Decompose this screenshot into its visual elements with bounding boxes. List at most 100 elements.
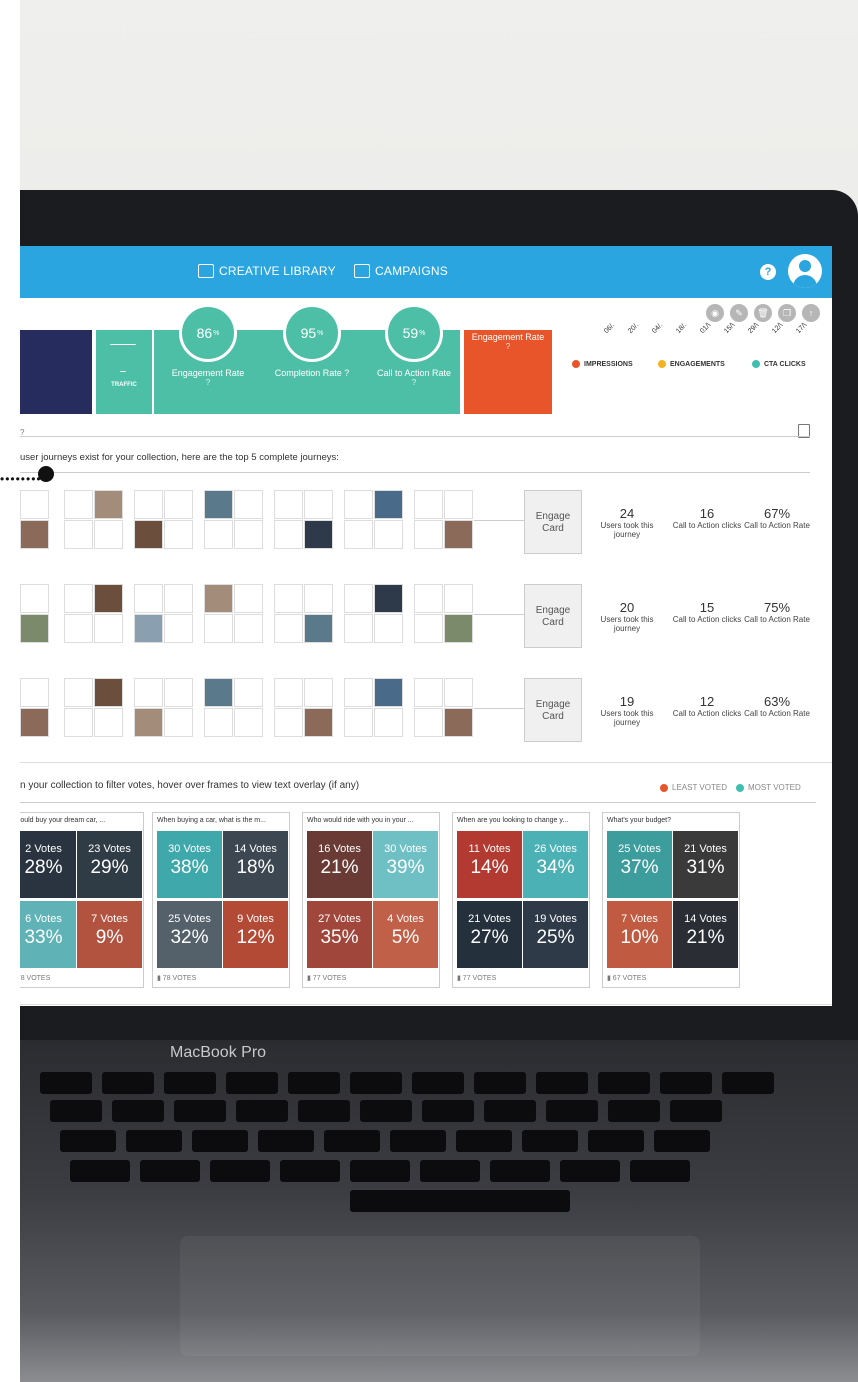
journey-frame[interactable] [414,490,443,519]
poll-option-tile[interactable]: 27 Votes 35% [307,901,372,968]
journey-frame[interactable] [374,614,403,643]
poll-option-tile[interactable]: 25 Votes 37% [607,831,672,898]
journey-frame[interactable] [204,708,233,737]
journey-frame[interactable] [234,490,263,519]
journey-thumbnail[interactable] [304,614,333,643]
poll-card[interactable]: u could buy your dream car, ... 2 Votes 28… [20,812,144,988]
journey-thumbnail[interactable] [304,708,333,737]
poll-card[interactable]: When are you looking to change y... 11 Vo… [452,812,590,988]
journey-frame[interactable] [134,678,163,707]
engage-card-button[interactable]: Engage Card [524,678,582,742]
journey-frame[interactable] [414,614,443,643]
journey-frame[interactable] [444,490,473,519]
engage-card-button[interactable]: Engage Card [524,490,582,554]
journey-frame[interactable] [164,678,193,707]
journey-frame[interactable] [234,614,263,643]
poll-option-tile[interactable]: 4 Votes 5% [373,901,438,968]
journey-frame[interactable] [344,678,373,707]
poll-card[interactable]: Who would ride with you in your ... 16 Vo… [302,812,440,988]
journey-frame[interactable] [444,584,473,613]
journey-frame[interactable] [234,678,263,707]
help-icon[interactable]: ? [344,368,349,378]
journey-frame[interactable] [64,490,93,519]
traffic-filter[interactable]: TRAFFIC [96,330,152,414]
journey-frame[interactable] [164,584,193,613]
journey-frame[interactable] [64,708,93,737]
poll-option-tile[interactable]: 25 Votes 32% [157,901,222,968]
poll-card[interactable]: What's your budget? 25 Votes 37% 21 Votes 31… [602,812,740,988]
copy-icon[interactable]: ❐ [778,304,796,322]
journey-frame[interactable] [344,614,373,643]
journey-frame[interactable] [164,490,193,519]
journey-frame[interactable] [134,584,163,613]
poll-option-tile[interactable]: 21 Votes 31% [673,831,738,898]
journey-frame[interactable] [204,520,233,549]
journey-thumbnail[interactable] [204,678,233,707]
journey-frame[interactable] [274,708,303,737]
journey-frame[interactable] [20,584,49,613]
journey-thumbnail[interactable] [304,520,333,549]
poll-option-tile[interactable]: 16 Votes 21% [307,831,372,898]
poll-option-tile[interactable]: 30 Votes 39% [373,831,438,898]
upload-icon[interactable]: ↑ [802,304,820,322]
journey-frame[interactable] [64,678,93,707]
engage-card-button[interactable]: Engage Card [524,584,582,648]
journey-frame[interactable] [274,490,303,519]
view-icon[interactable]: ◉ [706,304,724,322]
poll-option-tile[interactable]: 6 Votes 33% [20,901,76,968]
journey-frame[interactable] [304,678,333,707]
journey-thumbnail[interactable] [20,520,49,549]
journey-thumbnail[interactable] [204,490,233,519]
journey-frame[interactable] [414,520,443,549]
nav-creative-library[interactable]: CREATIVE LIBRARY [198,264,336,278]
journey-thumbnail[interactable] [94,678,123,707]
journey-frame[interactable] [344,520,373,549]
journey-frame[interactable] [204,614,233,643]
user-avatar-icon[interactable] [788,254,822,288]
journey-thumbnail[interactable] [134,614,163,643]
journey-thumbnail[interactable] [374,678,403,707]
poll-option-tile[interactable]: 14 Votes 21% [673,901,738,968]
poll-card[interactable]: When buying a car, what is the m... 30 Vo… [152,812,290,988]
poll-option-tile[interactable]: 7 Votes 10% [607,901,672,968]
poll-option-tile[interactable]: 11 Votes 14% [457,831,522,898]
journey-frame[interactable] [234,584,263,613]
journey-thumbnail[interactable] [204,584,233,613]
journey-frame[interactable] [234,520,263,549]
journey-frame[interactable] [20,490,49,519]
journey-frame[interactable] [374,520,403,549]
poll-option-tile[interactable]: 30 Votes 38% [157,831,222,898]
journey-frame[interactable] [94,520,123,549]
help-icon[interactable]: ? [368,378,460,387]
journey-frame[interactable] [164,614,193,643]
journey-frame[interactable] [374,708,403,737]
journey-frame[interactable] [414,678,443,707]
journey-frame[interactable] [64,520,93,549]
poll-option-tile[interactable]: 2 Votes 28% [20,831,76,898]
poll-option-tile[interactable]: 9 Votes 12% [223,901,288,968]
journey-frame[interactable] [94,708,123,737]
journey-thumbnail[interactable] [134,520,163,549]
journey-thumbnail[interactable] [374,490,403,519]
journey-thumbnail[interactable] [94,490,123,519]
journey-thumbnail[interactable] [20,614,49,643]
poll-option-tile[interactable]: 19 Votes 25% [523,901,588,968]
journey-frame[interactable] [414,708,443,737]
journey-frame[interactable] [94,614,123,643]
journey-thumbnail[interactable] [444,520,473,549]
journey-frame[interactable] [64,614,93,643]
journey-frame[interactable] [64,584,93,613]
journey-frame[interactable] [164,520,193,549]
poll-option-tile[interactable]: 26 Votes 34% [523,831,588,898]
journey-frame[interactable] [20,678,49,707]
journey-frame[interactable] [134,490,163,519]
nav-campaigns[interactable]: CAMPAIGNS [354,264,448,278]
journey-frame[interactable] [344,584,373,613]
journey-frame[interactable] [274,614,303,643]
help-icon[interactable]: ? [760,264,776,280]
journey-thumbnail[interactable] [374,584,403,613]
journey-thumbnail[interactable] [134,708,163,737]
journey-frame[interactable] [304,490,333,519]
delete-icon[interactable]: 🗑 [754,304,772,322]
journey-frame[interactable] [304,584,333,613]
